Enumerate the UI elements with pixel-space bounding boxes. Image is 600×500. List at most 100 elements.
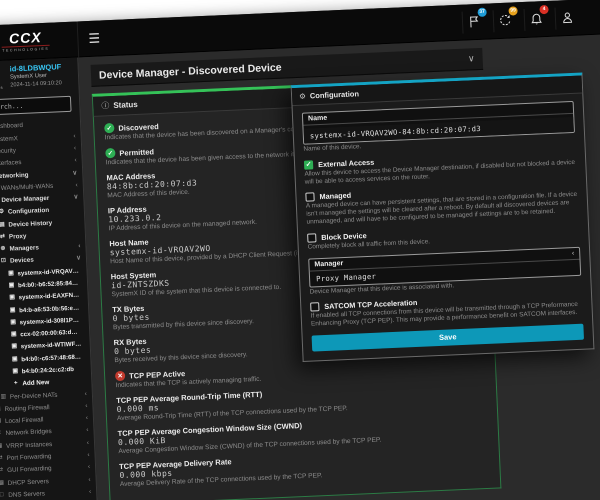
sidebar-item-label: Add New: [22, 379, 50, 388]
chevron-left-icon[interactable]: ‹: [87, 488, 91, 496]
toolbar-divider: [76, 20, 80, 57]
chevron-left-icon[interactable]: ‹: [85, 439, 89, 447]
sidebar-item-label: systemx-id-VRQAV…: [17, 267, 79, 278]
sidebar-item-label: Device History: [8, 219, 53, 229]
systemx-id-eaxfn-icon: ▣: [9, 294, 16, 302]
bell-badge: 4: [539, 4, 549, 14]
chevron-down-icon[interactable]: ∨: [74, 255, 81, 263]
dhcp-servers-icon: ▦: [0, 479, 5, 486]
config-item-external-access: ✓ External Access Allow this device to acc…: [303, 149, 577, 186]
x-circle-icon: ✕: [114, 370, 126, 382]
systemx-id-wtlwf-icon: ▣: [11, 343, 18, 351]
chevron-left-icon[interactable]: ‹: [71, 132, 75, 140]
systemx-logo: X SYSTEMS: [0, 66, 7, 93]
chevron-down-icon[interactable]: ∨: [70, 169, 77, 177]
block-device-checkbox[interactable]: [307, 233, 317, 243]
external-access-checkbox[interactable]: ✓: [303, 160, 314, 170]
user-meta: id-8LDBWQUF SystemX User 2024-11-14 09:1…: [9, 62, 62, 88]
sidebar-item-label: DHCP Servers: [7, 477, 50, 487]
systemx-logo-subtext: SYSTEMS: [0, 85, 4, 91]
b4-b0-c6-57-48-68-icon: ▣: [11, 356, 18, 363]
sidebar-item-label: SystemX: [0, 134, 19, 143]
systemx-id-308l1p-icon: ▣: [10, 319, 17, 326]
device-history-icon: ▤: [0, 221, 5, 228]
managed-checkbox[interactable]: [305, 192, 315, 203]
sidebar-item-label: ccx-02:00:00:63:d…: [20, 328, 78, 339]
sidebar-item-label: systemx-id-EAXFN…: [18, 291, 80, 302]
chevron-down-icon[interactable]: ∨: [71, 194, 78, 202]
chevron-left-icon[interactable]: ‹: [73, 181, 77, 189]
managers-icon: ⊚: [0, 246, 6, 253]
chevron-down-icon[interactable]: ∨: [468, 53, 475, 64]
chevron-left-icon[interactable]: ‹: [72, 145, 76, 153]
sidebar-item-label: systemx-id-WTlWF…: [20, 341, 82, 351]
sync-button[interactable]: 99: [492, 5, 518, 32]
sidebar-item-label: b4:b-a6:53:0b:56:e…: [19, 304, 80, 314]
chevron-left-icon[interactable]: ‹: [84, 427, 88, 435]
sidebar-item-label: WANs/Multi-WANs: [0, 182, 54, 192]
status-card-title: Status: [113, 99, 138, 110]
notifications-button[interactable]: 4: [523, 4, 549, 31]
chevron-left-icon[interactable]: ‹: [76, 243, 80, 251]
port-forwarding-icon: ⇄: [0, 455, 3, 462]
local-firewall-icon: ▤: [0, 418, 2, 426]
sidebar-item-label: Dashboard: [0, 122, 24, 131]
config-item-name: NameName of this device.: [301, 100, 576, 154]
sidebar-item-label: DNS Servers: [8, 490, 46, 499]
chevron-left-icon[interactable]: ‹: [83, 390, 87, 398]
hamburger-menu-icon[interactable]: ☰: [88, 30, 100, 45]
satcom-tcp-acceleration-checkbox[interactable]: [310, 302, 320, 312]
sidebar-item-label: Proxy: [8, 232, 27, 241]
app-window: CCX TECHNOLOGIES ☰ 37 99 4 SYSTEMS id-8L…: [0, 0, 600, 500]
sidebar-item-label: Port Forwarding: [6, 453, 52, 462]
configuration-icon: ⚙: [0, 209, 5, 216]
status-field-label: Discovered: [118, 121, 159, 133]
sidebar-item-label: b4:b0:24:2c:c2:db: [21, 365, 75, 376]
chevron-left-icon[interactable]: ‹: [72, 157, 76, 165]
check-circle-icon: ✓: [105, 147, 116, 159]
configuration-modal-title: Configuration: [309, 89, 360, 101]
configuration-modal-body: NameName of this device.✓External Access…: [293, 94, 594, 361]
sidebar-item-label: Local Firewall: [4, 416, 44, 426]
check-circle-icon: ✓: [104, 122, 115, 134]
sync-icon: [499, 14, 513, 28]
login-timestamp: 2024-11-14 09:10:20: [10, 79, 62, 88]
search-input[interactable]: [0, 95, 72, 116]
dns-servers-icon: □: [0, 491, 4, 499]
chevron-left-icon[interactable]: ‹: [85, 451, 89, 459]
systemx-logo-text: X: [0, 66, 6, 87]
ccx-logo: CCX TECHNOLOGIES: [0, 29, 78, 54]
sidebar-item-label: Per-Device NATs: [9, 391, 58, 401]
network-bridges-icon: ∷: [0, 431, 3, 439]
chevron-left-icon[interactable]: ‹: [86, 476, 90, 484]
chevron-left-icon[interactable]: ‹: [572, 250, 575, 257]
user-block: X SYSTEMS id-8LDBWQUF SystemX User 2024-…: [0, 58, 79, 97]
chevron-left-icon[interactable]: ‹: [84, 415, 88, 423]
sidebar-item-label: Interfaces: [0, 159, 22, 168]
routing-firewall-icon: ▤: [0, 406, 2, 414]
per-device-nats-icon: ▥: [0, 393, 7, 400]
b4-b-a6-53-0b-56-e-icon: ▣: [9, 307, 16, 314]
ccx-logo-text: CCX: [8, 28, 42, 46]
sidebar-item-label: Managers: [9, 244, 40, 253]
ccx-02-00-00-63-d-icon: ▣: [10, 331, 17, 338]
vrrp-instances-icon: ▦: [0, 442, 3, 450]
status-field-label: TCP PEP Active: [128, 368, 186, 381]
sidebar-item-label: Configuration: [7, 207, 50, 217]
sidebar-item-label: Network Bridges: [5, 428, 52, 438]
user-button[interactable]: [554, 6, 580, 30]
flag-button[interactable]: 37: [461, 7, 487, 34]
page-title: Device Manager - Discovered Device: [98, 61, 282, 82]
field-label: Name: [307, 114, 328, 123]
save-button[interactable]: Save: [311, 323, 585, 352]
b4-b0-b6-52-85-84-icon: ▣: [8, 282, 15, 289]
sidebar-item-label: systemx-id-308l1P…: [19, 316, 80, 327]
chevron-left-icon[interactable]: ‹: [86, 464, 90, 472]
config-item-managed: Managed A managed device can have persist…: [305, 181, 578, 226]
sidebar-item-label: b4:b0:-b6:52:85:84…: [17, 279, 79, 290]
sidebar-item-label: GUI Forwarding: [7, 465, 52, 475]
toolbar-icons: 37 99 4: [461, 4, 580, 34]
chevron-left-icon[interactable]: ‹: [83, 402, 87, 410]
b4-b0-24-2c-c2-db-icon: ▣: [12, 368, 19, 375]
field-label: Manager: [314, 259, 344, 268]
